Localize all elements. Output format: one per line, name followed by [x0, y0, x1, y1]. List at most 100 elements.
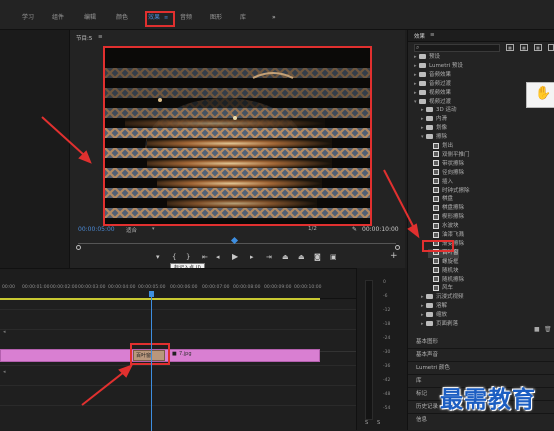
effect-item[interactable]: 楔形擦除 [428, 213, 464, 222]
scrub-start-handle[interactable] [76, 245, 81, 250]
solo-left-button[interactable]: S [365, 420, 368, 426]
step-back-icon[interactable]: ◂ [216, 253, 220, 261]
current-timecode[interactable]: 00:00:05:00 [78, 226, 115, 233]
add-marker-icon[interactable]: ▾ [156, 253, 160, 261]
extract-icon[interactable]: ⏏ [298, 253, 305, 261]
effect-item[interactable]: 水波块 [428, 222, 459, 231]
work-area-bar[interactable] [0, 298, 320, 300]
db-mark: -42 [383, 378, 391, 383]
32bit-effects-icon[interactable]: ▦ [520, 44, 528, 51]
tree-item-label: 带状擦除 [442, 160, 465, 167]
panel-menu-icon[interactable]: ≡ [430, 32, 435, 38]
transition-preset-icon [433, 195, 439, 202]
effect-item[interactable]: 随机擦除 [428, 276, 464, 285]
effect-item[interactable]: 时钟式擦除 [428, 187, 470, 196]
chevron-down-icon[interactable]: ▾ [152, 226, 155, 232]
wrench-icon[interactable]: ✎ [352, 226, 357, 233]
yuv-effects-icon[interactable]: ▦ [534, 44, 542, 51]
timeline-playhead-line[interactable] [151, 291, 152, 431]
effect-folder[interactable]: ▸ Lumetri 预设 [414, 62, 463, 71]
effect-folder[interactable]: ▸ 缩放 [421, 311, 447, 320]
compare-view-icon[interactable]: ▣ [330, 253, 337, 261]
delete-icon[interactable]: 🗑 [544, 326, 552, 333]
workspace-tab-audio[interactable]: 音频 [180, 12, 192, 24]
effect-folder[interactable]: ▸ 视频效果 [414, 89, 451, 98]
effect-item[interactable]: 带状擦除 [428, 160, 464, 169]
ruler-tick: 00:00:10:00 [294, 285, 322, 290]
effect-item[interactable]: 双侧平推门 [428, 151, 470, 160]
workspace-overflow-icon[interactable]: » [272, 12, 276, 24]
panel-markers[interactable]: 标记 [416, 388, 427, 400]
effect-item[interactable]: 插入 [428, 178, 453, 187]
accelerated-effects-icon[interactable]: ▦ [506, 44, 514, 51]
panel-lumetri-color[interactable]: Lumetri 颜色 [416, 362, 450, 374]
track-header-v[interactable]: ◂ [3, 329, 6, 335]
transition-preset-icon [433, 267, 439, 274]
effects-search-input[interactable]: ⌕ [414, 44, 500, 52]
effect-folder[interactable]: ▸ 内滑 [421, 115, 447, 124]
scrub-bar[interactable] [78, 243, 396, 244]
effect-item[interactable]: 径向擦除 [428, 169, 464, 178]
panel-history[interactable]: 历史记录 [416, 401, 438, 413]
effect-item[interactable]: 棋盘 [428, 195, 453, 204]
effect-folder[interactable]: ▸ 沉浸式视频 [421, 293, 464, 302]
workspace-tab-editing[interactable]: 编辑 [84, 12, 96, 24]
quality-select[interactable]: 1/2 [308, 226, 317, 232]
export-frame-icon[interactable]: ◙ [314, 253, 321, 261]
ruler-tick: 00:00:04:00 [108, 285, 136, 290]
db-mark: -54 [383, 406, 391, 411]
scrub-end-handle[interactable] [395, 245, 400, 250]
effect-folder[interactable]: ▾ 擦除 [421, 133, 447, 142]
effect-folder[interactable]: ▸ 溶解 [421, 302, 447, 311]
effect-item[interactable]: 螺旋框 [428, 258, 459, 267]
panel-essential-sound[interactable]: 基本声音 [416, 349, 438, 361]
folder-icon [419, 98, 426, 104]
effect-item[interactable]: 棋盘擦除 [428, 204, 464, 213]
transition-preset-icon [433, 204, 439, 211]
fit-select[interactable]: 适合 [126, 226, 137, 234]
effect-folder[interactable]: ▸ 页面剥落 [421, 320, 458, 329]
ruler-tick: 00:00:07:00 [202, 285, 230, 290]
effect-folder[interactable]: ▸ 音频过渡 [414, 80, 451, 89]
mark-out-icon[interactable]: } [186, 253, 190, 261]
add-button-icon[interactable]: + [390, 252, 398, 261]
go-to-out-icon[interactable]: ⇥ [266, 253, 272, 261]
track-header-a[interactable]: ◂ [3, 369, 6, 375]
panel-menu-icon[interactable]: ≡ [98, 34, 103, 40]
lift-icon[interactable]: ⏏ [282, 253, 289, 261]
transition-highlight [130, 343, 170, 365]
solo-right-button[interactable]: S [377, 420, 380, 426]
tree-item-label: 螺旋框 [442, 258, 459, 265]
workspace-tab-assembly[interactable]: 组件 [52, 12, 64, 24]
effect-item[interactable]: 油漆飞溅 [428, 231, 464, 240]
panel-libraries[interactable]: 库 [416, 375, 422, 387]
effect-folder[interactable]: ▸ 划像 [421, 124, 447, 133]
workspace-tab-graphics[interactable]: 图形 [210, 12, 222, 24]
tree-item-label: 随机擦除 [442, 276, 465, 283]
effect-folder[interactable]: ▸ 音频效果 [414, 71, 451, 80]
mark-in-icon[interactable]: { [172, 253, 176, 261]
timeline-ruler-area[interactable] [0, 269, 356, 299]
panel-essential-graphics[interactable]: 基本图形 [416, 336, 438, 348]
custom-bins-icon[interactable] [548, 44, 554, 51]
ruler-tick: 00:00:06:00 [170, 285, 198, 290]
workspace-tab-libraries[interactable]: 库 [240, 12, 246, 24]
program-monitor-title[interactable]: 节目:5 [76, 34, 92, 42]
tree-item-label: 预设 [429, 54, 441, 60]
effects-panel-title[interactable]: 效果 [414, 32, 425, 40]
watermark-logo: 最需教育 [440, 386, 536, 413]
panel-info[interactable]: 信息 [416, 414, 427, 426]
effect-folder[interactable]: ▾ 视频过渡 [414, 98, 451, 107]
effect-item[interactable]: 随机块 [428, 267, 459, 276]
effect-folder[interactable]: ▸ 3D 运动 [421, 106, 456, 115]
clip2-icon: ■ [172, 351, 177, 357]
effect-item[interactable]: 风车 [428, 284, 453, 293]
go-to-in-icon[interactable]: ⇤ [202, 253, 208, 261]
workspace-tab-color[interactable]: 颜色 [116, 12, 128, 24]
play-icon[interactable]: ▶ [232, 253, 238, 261]
step-forward-icon[interactable]: ▸ [250, 253, 254, 261]
workspace-tab-learn[interactable]: 学习 [22, 12, 34, 24]
effect-item[interactable]: 划出 [428, 142, 453, 151]
new-bin-icon[interactable]: ■ [534, 326, 540, 333]
effect-folder[interactable]: ▸ 预设 [414, 53, 440, 62]
